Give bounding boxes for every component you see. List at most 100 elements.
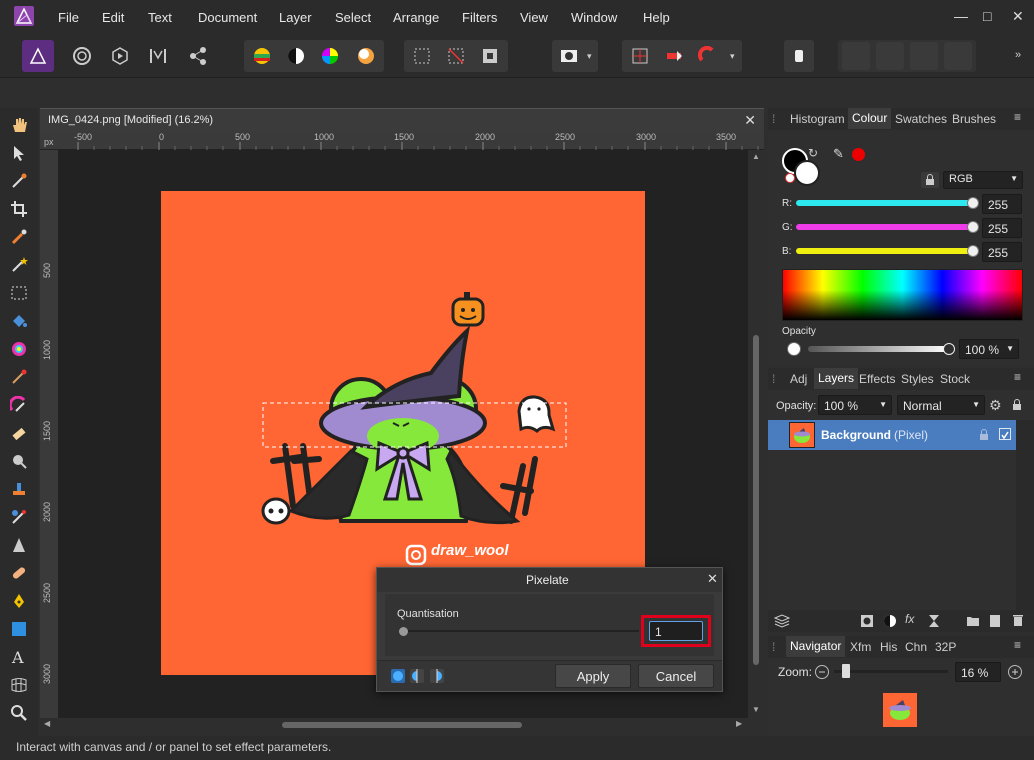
hand-tool-icon[interactable] bbox=[8, 114, 30, 136]
apply-button[interactable]: Apply bbox=[555, 664, 631, 688]
tab-channels[interactable]: Chn bbox=[905, 640, 927, 654]
tab-stock[interactable]: Stock bbox=[940, 372, 970, 386]
tab-colour[interactable]: Colour bbox=[848, 108, 892, 129]
zoom-in-icon[interactable] bbox=[1008, 665, 1022, 679]
vertical-scroll-thumb[interactable] bbox=[753, 335, 759, 665]
tone-mapping-persona-icon[interactable] bbox=[144, 42, 172, 70]
vertical-scrollbar[interactable]: ▲ ▼ bbox=[748, 150, 764, 718]
tab-history[interactable]: His bbox=[880, 640, 897, 654]
quantisation-slider[interactable] bbox=[403, 630, 639, 632]
levels-icon[interactable] bbox=[248, 42, 276, 70]
white-balance-icon[interactable] bbox=[352, 42, 380, 70]
deselect-icon[interactable] bbox=[442, 42, 470, 70]
arrange-front-icon[interactable] bbox=[944, 42, 972, 70]
opacity-slider[interactable] bbox=[808, 346, 950, 352]
color-model-select[interactable]: RGB ▼ bbox=[943, 171, 1023, 189]
scroll-down-icon[interactable]: ▼ bbox=[752, 705, 760, 714]
liquify-persona-icon[interactable] bbox=[68, 42, 96, 70]
add-pixel-layer-icon[interactable] bbox=[988, 614, 1002, 631]
rectangular-marquee-tool-icon[interactable] bbox=[8, 282, 30, 304]
menu-file[interactable]: File bbox=[58, 10, 79, 25]
menu-select[interactable]: Select bbox=[335, 10, 371, 25]
tab-navigator[interactable]: Navigator bbox=[786, 636, 846, 657]
layers-stack-icon[interactable] bbox=[773, 614, 791, 631]
swap-colors-icon[interactable]: ↻ bbox=[808, 146, 818, 160]
layer-row-background[interactable]: Background (Pixel) bbox=[768, 420, 1016, 450]
tab-effects[interactable]: Effects bbox=[859, 372, 895, 386]
menu-window[interactable]: Window bbox=[571, 10, 617, 25]
tab-brushes[interactable]: Brushes bbox=[952, 112, 996, 126]
layer-opacity-input[interactable]: 100 % ▼ bbox=[818, 395, 892, 415]
layer-visibility-checkbox[interactable] bbox=[999, 428, 1011, 440]
menu-document[interactable]: Document bbox=[198, 10, 257, 25]
rectangle-tool-icon[interactable] bbox=[8, 618, 30, 640]
zoom-out-icon[interactable] bbox=[815, 665, 829, 679]
photo-persona-button[interactable] bbox=[22, 40, 54, 72]
hsl-icon[interactable] bbox=[316, 42, 344, 70]
tab-layers[interactable]: Layers bbox=[814, 368, 859, 389]
close-document-icon[interactable]: ✕ bbox=[744, 112, 756, 129]
add-group-icon[interactable] bbox=[966, 614, 980, 631]
quantisation-input[interactable]: 1 bbox=[649, 621, 703, 641]
sharpen-brush-tool-icon[interactable] bbox=[8, 534, 30, 556]
menu-arrange[interactable]: Arrange bbox=[393, 10, 439, 25]
crop-tool-icon[interactable] bbox=[8, 198, 30, 220]
dodge-brush-tool-icon[interactable] bbox=[8, 450, 30, 472]
scroll-right-icon[interactable]: ▶ bbox=[736, 719, 742, 728]
toolbar-overflow-icon[interactable]: » bbox=[1015, 49, 1021, 61]
move-tool-icon[interactable] bbox=[8, 142, 30, 164]
tab-adj[interactable]: Adj bbox=[790, 372, 807, 386]
eyedropper-icon[interactable]: ✎ bbox=[833, 146, 844, 162]
blend-mode-select[interactable]: Normal ▼ bbox=[897, 395, 985, 415]
no-color-icon[interactable] bbox=[785, 173, 795, 183]
panel-menu-icon[interactable]: ≡ bbox=[1014, 370, 1021, 384]
marquee-select-icon[interactable] bbox=[408, 42, 436, 70]
minimize-button[interactable]: — bbox=[954, 8, 968, 24]
scroll-left-icon[interactable]: ◀ bbox=[44, 719, 50, 728]
picked-color-swatch[interactable] bbox=[852, 148, 865, 161]
layers-scrollbar[interactable] bbox=[1016, 420, 1034, 610]
assistant-icon[interactable] bbox=[785, 42, 813, 70]
tab-transform[interactable]: Xfm bbox=[850, 640, 871, 654]
color-replacement-tool-icon[interactable] bbox=[8, 394, 30, 416]
menu-help[interactable]: Help bbox=[643, 10, 670, 25]
zoom-tool-icon[interactable] bbox=[8, 702, 30, 724]
blemish-removal-tool-icon[interactable] bbox=[8, 506, 30, 528]
b-slider[interactable] bbox=[796, 248, 974, 254]
align-icon[interactable] bbox=[660, 42, 688, 70]
adjustment-layer-icon[interactable] bbox=[883, 614, 897, 631]
maximize-button[interactable]: □ bbox=[983, 8, 991, 24]
r-slider[interactable] bbox=[796, 200, 974, 206]
preview-split-icon[interactable] bbox=[410, 669, 424, 686]
layer-lock-icon[interactable] bbox=[978, 428, 990, 445]
opacity-slider-knob[interactable] bbox=[943, 343, 955, 355]
snapping-magnet-icon[interactable] bbox=[694, 42, 722, 70]
fx-icon[interactable]: fx bbox=[905, 612, 914, 626]
lock-icon[interactable] bbox=[1010, 398, 1024, 415]
opacity-input[interactable]: 100 % ▼ bbox=[959, 339, 1019, 359]
flood-fill-tool-icon[interactable] bbox=[8, 310, 30, 332]
clone-brush-tool-icon[interactable] bbox=[8, 478, 30, 500]
color-picker-tool-icon[interactable] bbox=[8, 170, 30, 192]
menu-layer[interactable]: Layer bbox=[279, 10, 312, 25]
menu-filters[interactable]: Filters bbox=[462, 10, 497, 25]
menu-text[interactable]: Text bbox=[148, 10, 172, 25]
secondary-color-swatch[interactable] bbox=[794, 160, 820, 186]
quantisation-slider-knob[interactable] bbox=[399, 627, 408, 636]
live-filter-icon[interactable] bbox=[927, 614, 941, 631]
navigator-preview[interactable] bbox=[883, 693, 917, 727]
horizontal-scroll-thumb[interactable] bbox=[282, 722, 522, 728]
tab-swatches[interactable]: Swatches bbox=[895, 112, 947, 126]
erase-brush-tool-icon[interactable] bbox=[8, 422, 30, 444]
black-white-icon[interactable] bbox=[282, 42, 310, 70]
text-tool-icon[interactable]: A bbox=[8, 646, 30, 668]
zoom-slider[interactable] bbox=[834, 670, 948, 673]
selection-brush-tool-icon[interactable] bbox=[8, 226, 30, 248]
pen-tool-icon[interactable] bbox=[8, 590, 30, 612]
r-value-input[interactable]: 255 bbox=[982, 194, 1022, 214]
flood-select-tool-icon[interactable] bbox=[8, 254, 30, 276]
lock-icon[interactable] bbox=[921, 172, 939, 188]
menu-view[interactable]: View bbox=[520, 10, 548, 25]
mask-layer-icon[interactable] bbox=[860, 614, 874, 631]
document-tab[interactable]: IMG_0424.png [Modified] (16.2%) ✕ bbox=[40, 108, 764, 132]
